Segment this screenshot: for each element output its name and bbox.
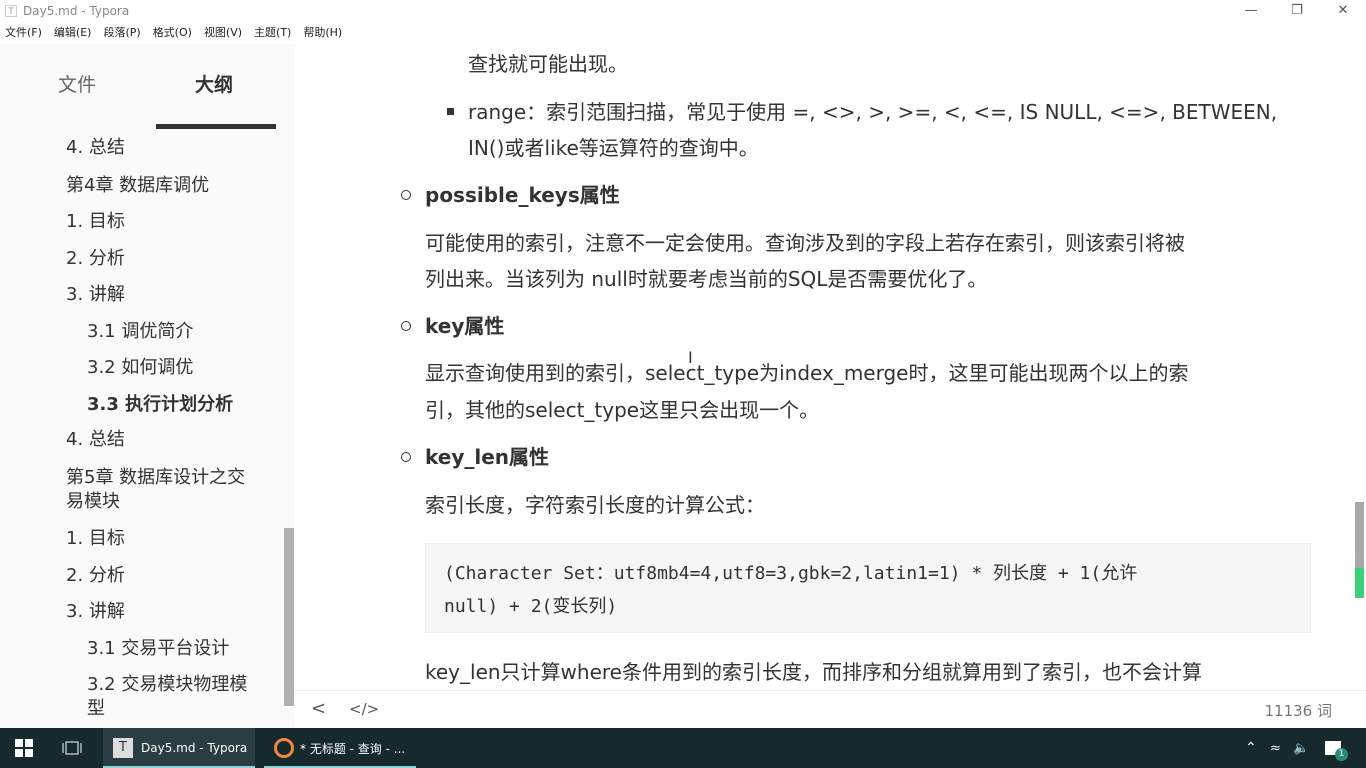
paragraph: IN()或者like等运算符的查询中。 (468, 136, 759, 160)
taskbar-app-label: * 无标题 - 查询 - ... (300, 741, 406, 756)
outline-item[interactable]: 1. 目标 (66, 210, 266, 234)
outline-item[interactable]: 第5章 数据库设计之交易模块 (66, 466, 256, 514)
minimize-button[interactable]: — (1228, 0, 1274, 22)
window-title: Day5.md - Typora (23, 4, 130, 18)
typora-app-icon: T (5, 5, 17, 17)
outline-item[interactable]: 2. 分析 (66, 564, 266, 588)
typora-icon: T (113, 738, 133, 758)
paragraph: 显示查询使用到的索引，select_type为index_merge时，这里可能… (425, 361, 1189, 385)
task-view-icon[interactable] (62, 728, 82, 768)
outline-item[interactable]: 3. 讲解 (66, 283, 266, 307)
text-cursor-icon: I (688, 348, 693, 367)
outline-item[interactable]: 4. 总结 (66, 136, 266, 160)
paragraph: 引，其他的select_type这里只会出现一个。 (425, 398, 820, 422)
circle-bullet-icon (401, 452, 411, 462)
restore-button[interactable]: ❐ (1274, 0, 1320, 22)
outline-item[interactable]: 2. 分析 (66, 247, 266, 271)
tab-outline[interactable]: 大纲 (195, 70, 233, 97)
wifi-icon[interactable]: ≈ (1270, 728, 1281, 768)
menu-theme[interactable]: 主题(T) (254, 22, 291, 44)
word-count[interactable]: 11136 词 (1265, 700, 1333, 721)
outline-item[interactable]: 3.2 如何调优 (87, 356, 287, 380)
outline-item[interactable]: 3. 讲解 (66, 600, 266, 624)
heading-key: key属性 (425, 314, 505, 338)
active-tab-indicator (156, 124, 276, 129)
paragraph: 列出来。当该列为 null时就要考虑当前的SQL是否需要优化了。 (425, 267, 988, 291)
back-icon[interactable]: < (311, 698, 326, 719)
menu-help[interactable]: 帮助(H) (303, 22, 342, 44)
paragraph: 查找就可能出现。 (468, 52, 628, 76)
circle-bullet-icon (401, 190, 411, 200)
circle-bullet-icon (401, 321, 411, 331)
volume-icon[interactable]: 🔈 (1293, 728, 1309, 768)
close-button[interactable]: ✕ (1320, 0, 1366, 22)
menu-file[interactable]: 文件(F) (5, 22, 42, 44)
heading-key-len: key_len属性 (425, 445, 550, 469)
notification-badge: 1 (1335, 747, 1348, 761)
outline-item[interactable]: 1. 目标 (66, 527, 266, 551)
outline-item[interactable]: 3.1 交易平台设计 (87, 637, 287, 661)
menu-format[interactable]: 格式(O) (153, 22, 192, 44)
show-hidden-icons-icon[interactable]: ⌃ (1245, 728, 1257, 768)
menu-view[interactable]: 视图(V) (204, 22, 242, 44)
taskbar-app-label: Day5.md - Typora (141, 741, 248, 755)
paragraph: 可能使用的索引，注意不一定会使用。查询涉及到的字段上若存在索引，则该索引将被 (425, 231, 1185, 255)
code-block[interactable]: (Character Set：utf8mb4=4,utf8=3,gbk=2,la… (425, 543, 1311, 633)
heading-possible-keys: possible_keys属性 (425, 183, 620, 207)
outline-item[interactable]: 3.2 交易模块物理模型 (87, 673, 252, 721)
outline-item-active[interactable]: 3.3 执行计划分析 (87, 393, 287, 417)
paragraph: 索引长度，字符索引长度的计算公式： (425, 493, 765, 517)
taskbar-app-navicat[interactable]: * 无标题 - 查询 - ... (264, 728, 416, 768)
menu-paragraph[interactable]: 段落(P) (103, 22, 140, 44)
paragraph: range：索引范围扫描，常见于使用 =, <>, >, >=, <, <=, … (468, 100, 1278, 124)
windows-start-icon[interactable] (15, 728, 33, 768)
code-line: (Character Set：utf8mb4=4,utf8=3,gbk=2,la… (444, 563, 1138, 584)
title-bar: T Day5.md - Typora — ❐ ✕ (0, 0, 1366, 22)
outline-item[interactable]: 第4章 数据库调优 (66, 174, 266, 198)
sidebar: 文件 大纲 4. 总结 第4章 数据库调优 1. 目标 2. 分析 3. 讲解 … (0, 44, 295, 728)
notification-icon[interactable]: 1 (1325, 728, 1354, 768)
tab-files[interactable]: 文件 (58, 70, 96, 97)
code-line: null) + 2(变长列) (444, 596, 618, 617)
menu-bar: 文件(F) 编辑(E) 段落(P) 格式(O) 视图(V) 主题(T) 帮助(H… (0, 22, 354, 44)
editor[interactable]: 查找就可能出现。 range：索引范围扫描，常见于使用 =, <>, >, >=… (295, 44, 1366, 690)
sidebar-scrollbar[interactable] (284, 528, 294, 706)
square-bullet-icon (447, 108, 454, 115)
outline-item[interactable]: 4. 总结 (66, 428, 266, 452)
scrollbar-position-marker (1355, 568, 1364, 598)
taskbar-app-typora[interactable]: T Day5.md - Typora (103, 728, 255, 768)
paragraph: key_len只计算where条件用到的索引长度，而排序和分组就算用到了索引，也… (425, 660, 1202, 684)
navicat-icon (274, 738, 294, 758)
taskbar: T Day5.md - Typora * 无标题 - 查询 - ... ⌃ ≈ … (0, 728, 1366, 768)
outline-item[interactable]: 3.1 调优简介 (87, 320, 287, 344)
source-code-icon[interactable]: </> (349, 700, 379, 718)
status-bar: < </> 11136 词 (295, 690, 1366, 728)
menu-edit[interactable]: 编辑(E) (54, 22, 92, 44)
